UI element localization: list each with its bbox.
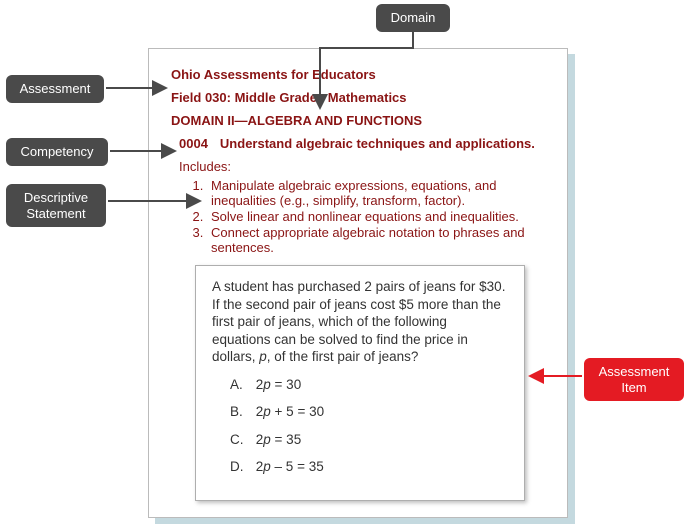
descriptive-statements-list: Manipulate algebraic expressions, equati…: [207, 178, 549, 255]
choice-d: D. 2p – 5 = 35: [230, 458, 508, 476]
choice-d-var: p: [263, 459, 271, 474]
choice-c-var: p: [263, 432, 271, 447]
stem-var: p: [259, 349, 267, 364]
callout-descriptive-statement: Descriptive Statement: [6, 184, 106, 227]
choice-d-letter: D.: [230, 458, 252, 476]
choice-b: B. 2p + 5 = 30: [230, 403, 508, 421]
descriptive-statement-1: Manipulate algebraic expressions, equati…: [207, 178, 549, 208]
includes-label: Includes:: [179, 159, 549, 174]
document-page: Ohio Assessments for Educators Field 030…: [148, 48, 568, 518]
descriptive-statement-3: Connect appropriate algebraic notation t…: [207, 225, 549, 255]
choice-c-letter: C.: [230, 431, 252, 449]
competency-text: Understand algebraic techniques and appl…: [220, 136, 535, 151]
callout-assessment: Assessment: [6, 75, 104, 103]
answer-choices: A. 2p = 30 B. 2p + 5 = 30 C. 2p = 35 D. …: [230, 376, 508, 476]
domain-line: DOMAIN II—ALGEBRA AND FUNCTIONS: [171, 113, 549, 128]
field-line: Field 030: Middle Grades Mathematics: [171, 90, 549, 105]
callout-assessment-item: Assessment Item: [584, 358, 684, 401]
choice-a-post: = 30: [271, 377, 301, 392]
callout-competency: Competency: [6, 138, 108, 166]
choice-c-post: = 35: [271, 432, 301, 447]
item-stem: A student has purchased 2 pairs of jeans…: [212, 278, 508, 366]
choice-d-post: – 5 = 35: [271, 459, 324, 474]
callout-domain: Domain: [376, 4, 450, 32]
choice-b-letter: B.: [230, 403, 252, 421]
assessment-title: Ohio Assessments for Educators: [171, 67, 549, 82]
descriptive-statement-2: Solve linear and nonlinear equations and…: [207, 209, 549, 224]
competency-code: 0004: [179, 136, 208, 151]
choice-c: C. 2p = 35: [230, 431, 508, 449]
choice-a-var: p: [263, 377, 271, 392]
choice-b-post: + 5 = 30: [271, 404, 324, 419]
choice-a: A. 2p = 30: [230, 376, 508, 394]
assessment-item-box: A student has purchased 2 pairs of jeans…: [195, 265, 525, 501]
competency-row: 0004 Understand algebraic techniques and…: [179, 136, 549, 151]
stem-post: , of the first pair of jeans?: [267, 349, 419, 364]
choice-b-var: p: [263, 404, 271, 419]
choice-a-letter: A.: [230, 376, 252, 394]
